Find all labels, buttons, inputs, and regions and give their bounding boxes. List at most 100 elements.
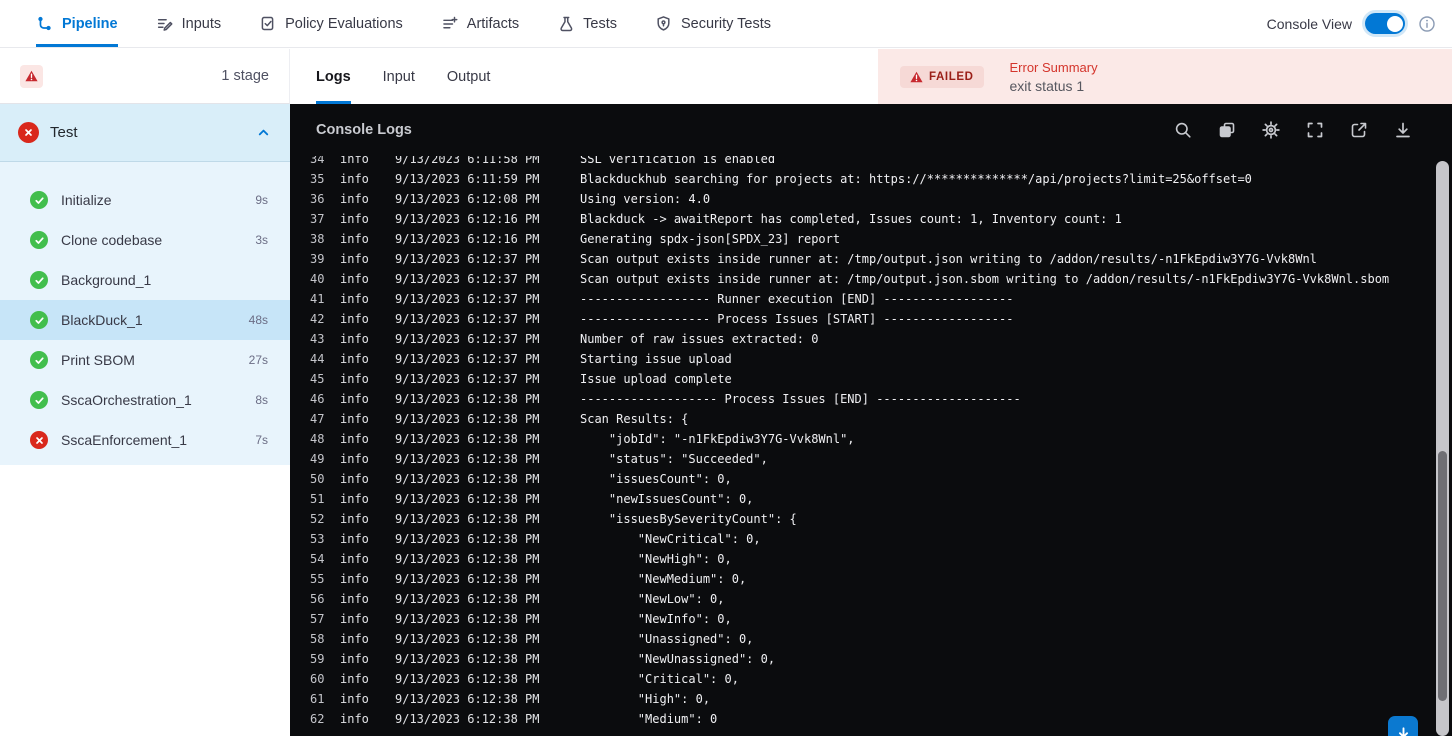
log-list: 34 info 9/13/2023 6:11:58 PM SSL verific… — [290, 156, 1452, 729]
log-timestamp: 9/13/2023 6:12:38 PM — [395, 492, 540, 506]
log-line: 43 info 9/13/2023 6:12:37 PM Number of r… — [290, 329, 1452, 349]
step-clone-codebase[interactable]: Clone codebase 3s — [0, 220, 290, 260]
fullscreen-icon[interactable] — [1305, 121, 1324, 140]
tab-output[interactable]: Output — [447, 49, 491, 104]
stage-header-test[interactable]: Test — [0, 104, 290, 162]
tab-policy-evaluations[interactable]: Policy Evaluations — [259, 0, 403, 47]
log-message: "issuesCount": 0, — [580, 472, 732, 486]
pipeline-icon — [36, 15, 53, 32]
log-timestamp: 9/13/2023 6:12:38 PM — [395, 432, 540, 446]
step-initialize[interactable]: Initialize 9s — [0, 180, 290, 220]
search-icon[interactable] — [1173, 121, 1192, 140]
step-sscaenforcement_1[interactable]: SscaEnforcement_1 7s — [0, 420, 290, 460]
stage-count: 1 stage — [221, 68, 269, 84]
log-message: Blackduck -> awaitReport has completed, … — [580, 212, 1122, 226]
copy-icon[interactable] — [1217, 121, 1236, 140]
log-line: 55 info 9/13/2023 6:12:38 PM "NewMedium"… — [290, 569, 1452, 589]
scrollbar-thumb[interactable] — [1438, 451, 1447, 701]
log-line-number: 39 — [310, 252, 325, 266]
step-label: BlackDuck_1 — [61, 312, 143, 328]
log-line-number: 55 — [310, 572, 325, 586]
step-list: Initialize 9s Clone codebase 3s Backgrou… — [0, 162, 290, 465]
log-level: info — [340, 292, 369, 306]
scroll-to-bottom-button[interactable] — [1388, 716, 1418, 736]
log-timestamp: 9/13/2023 6:12:38 PM — [395, 512, 540, 526]
log-message: "Unassigned": 0, — [580, 632, 754, 646]
step-duration: 3s — [255, 233, 268, 247]
download-icon[interactable] — [1393, 121, 1412, 140]
log-message: "NewUnassigned": 0, — [580, 652, 776, 666]
check-circle-icon — [30, 351, 48, 369]
step-print-sbom[interactable]: Print SBOM 27s — [0, 340, 290, 380]
log-line: 39 info 9/13/2023 6:12:37 PM Scan output… — [290, 249, 1452, 269]
step-background_1[interactable]: Background_1 — [0, 260, 290, 300]
tab-logs[interactable]: Logs — [316, 49, 351, 104]
log-timestamp: 9/13/2023 6:11:58 PM — [395, 156, 540, 166]
settings-icon[interactable] — [1261, 121, 1280, 140]
log-line-number: 54 — [310, 552, 325, 566]
console-view-toggle[interactable] — [1365, 13, 1405, 34]
log-level: info — [340, 412, 369, 426]
step-label: Initialize — [61, 192, 112, 208]
tab-input[interactable]: Input — [383, 49, 415, 104]
log-timestamp: 9/13/2023 6:12:38 PM — [395, 392, 540, 406]
step-duration: 48s — [248, 313, 268, 327]
tab-artifacts[interactable]: Artifacts — [441, 0, 519, 47]
step-duration: 8s — [255, 393, 268, 407]
console-header: Console Logs — [290, 104, 1452, 156]
log-line: 54 info 9/13/2023 6:12:38 PM "NewHigh": … — [290, 549, 1452, 569]
tab-tests[interactable]: Tests — [557, 0, 617, 47]
log-timestamp: 9/13/2023 6:12:38 PM — [395, 552, 540, 566]
tab-label: Security Tests — [681, 15, 771, 32]
stage-status-icon — [18, 122, 39, 143]
log-message: SSL verification is enabled — [580, 156, 776, 166]
check-circle-icon — [30, 391, 48, 409]
log-level: info — [340, 592, 369, 606]
inputs-icon — [156, 15, 173, 32]
log-message: "NewCritical": 0, — [580, 532, 761, 546]
log-message: Using version: 4.0 — [580, 192, 711, 206]
step-duration: 27s — [248, 353, 268, 367]
console-logs-panel: Console Logs 34 info 9/13/2023 6:11:58 P… — [290, 104, 1452, 736]
log-level: info — [340, 156, 369, 166]
log-message: ------------------- Process Issues [END]… — [580, 392, 1021, 406]
tab-label: Artifacts — [466, 15, 520, 32]
log-line: 62 info 9/13/2023 6:12:38 PM "Medium": 0 — [290, 709, 1452, 729]
tab-security-tests[interactable]: Security Tests — [655, 0, 771, 47]
log-line-number: 58 — [310, 632, 325, 646]
log-timestamp: 9/13/2023 6:12:37 PM — [395, 312, 540, 326]
step-blackduck_1[interactable]: BlackDuck_1 48s — [0, 300, 290, 340]
open-in-new-icon[interactable] — [1349, 121, 1368, 140]
log-line-number: 52 — [310, 512, 325, 526]
log-timestamp: 9/13/2023 6:12:38 PM — [395, 632, 540, 646]
log-timestamp: 9/13/2023 6:12:38 PM — [395, 612, 540, 626]
log-level: info — [340, 452, 369, 466]
scrollbar-track[interactable] — [1436, 161, 1449, 736]
log-line-number: 56 — [310, 592, 325, 606]
chevron-up-icon[interactable] — [256, 125, 272, 141]
log-message: Scan output exists inside runner at: /tm… — [580, 272, 1390, 286]
log-line: 50 info 9/13/2023 6:12:38 PM "issuesCoun… — [290, 469, 1452, 489]
info-icon[interactable] — [1418, 15, 1436, 33]
log-message: "NewInfo": 0, — [580, 612, 732, 626]
log-line-number: 36 — [310, 192, 325, 206]
log-level: info — [340, 552, 369, 566]
log-line-number: 47 — [310, 412, 325, 426]
policy-icon — [259, 15, 276, 32]
tab-pipeline[interactable]: Pipeline — [36, 0, 118, 47]
log-level: info — [340, 352, 369, 366]
tab-inputs[interactable]: Inputs — [156, 0, 221, 47]
log-timestamp: 9/13/2023 6:12:38 PM — [395, 672, 540, 686]
log-level: info — [340, 172, 369, 186]
step-sscaorchestration_1[interactable]: SscaOrchestration_1 8s — [0, 380, 290, 420]
log-level: info — [340, 272, 369, 286]
step-duration: 9s — [255, 193, 268, 207]
check-circle-icon — [30, 191, 48, 209]
log-line-number: 34 — [310, 156, 325, 166]
log-line: 35 info 9/13/2023 6:11:59 PM Blackduckhu… — [290, 169, 1452, 189]
log-line: 49 info 9/13/2023 6:12:38 PM "status": "… — [290, 449, 1452, 469]
log-timestamp: 9/13/2023 6:12:38 PM — [395, 532, 540, 546]
top-nav: Pipeline Inputs Policy Evaluations Artifact… — [0, 0, 1452, 48]
log-timestamp: 9/13/2023 6:12:08 PM — [395, 192, 540, 206]
log-level: info — [340, 632, 369, 646]
